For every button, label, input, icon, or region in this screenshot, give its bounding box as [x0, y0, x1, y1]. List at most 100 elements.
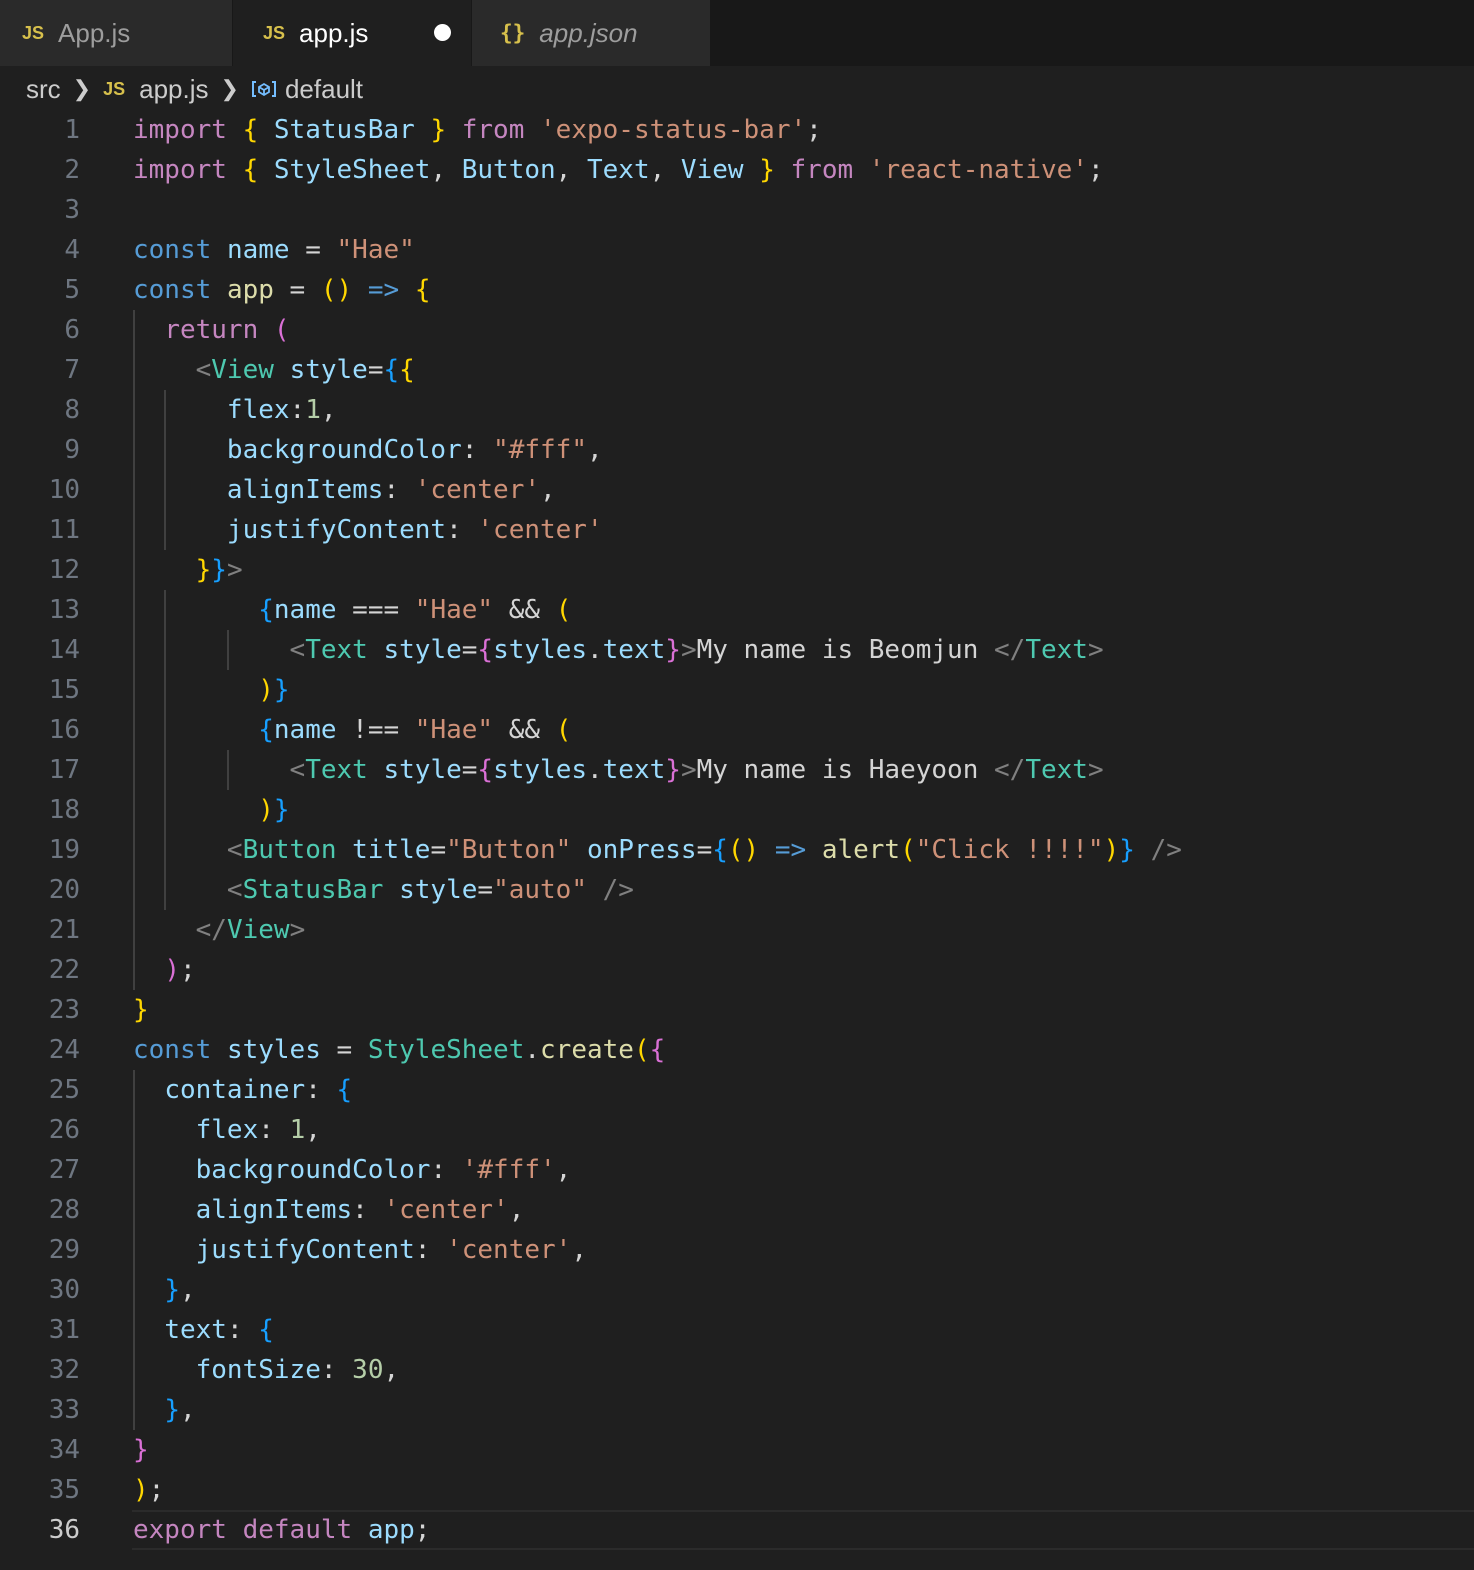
code-line[interactable]: 10 alignItems: 'center',	[0, 470, 1474, 510]
code-line[interactable]: 7 <View style={{	[0, 350, 1474, 390]
code-line[interactable]: 14 <Text style={styles.text}>My name is …	[0, 630, 1474, 670]
code-line[interactable]: 9 backgroundColor: "#fff",	[0, 430, 1474, 470]
tab-label: App.js	[58, 17, 131, 48]
code-token: ,	[320, 395, 337, 425]
code-line[interactable]: 25 container: {	[0, 1070, 1474, 1110]
code-token: '#fff'	[461, 1155, 556, 1185]
code-text: export default app;	[133, 1510, 430, 1550]
line-number: 28	[48, 1195, 80, 1225]
code-token: </	[994, 755, 1026, 785]
code-token: ;	[806, 115, 822, 145]
code-line[interactable]: 36 export default app;	[0, 1510, 1474, 1550]
code-token: }	[665, 635, 681, 665]
code-line[interactable]: 16 {name !== "Hae" && (	[0, 710, 1474, 750]
breadcrumb-file[interactable]: app.js	[139, 74, 208, 105]
line-number: 1	[64, 115, 80, 145]
code-token: (	[633, 1035, 650, 1065]
code-token: :	[446, 515, 478, 545]
code-line[interactable]: 19 <Button title="Button" onPress={() =>…	[0, 830, 1474, 870]
code-token: "auto"	[493, 875, 587, 905]
code-text: flex: 1,	[133, 1110, 321, 1150]
code-token: from	[461, 115, 525, 145]
line-number: 15	[48, 675, 80, 705]
line-number: 6	[64, 315, 80, 345]
code-line[interactable]: 26 flex: 1,	[0, 1110, 1474, 1150]
code-line[interactable]: 29 justifyContent: 'center',	[0, 1230, 1474, 1270]
code-editor[interactable]: 1 import { StatusBar } from 'expo-status-…	[0, 110, 1474, 1550]
code-text: }}>	[133, 550, 243, 590]
code-token: ()	[727, 835, 760, 865]
code-line[interactable]: 2 import { StyleSheet, Button, Text, View…	[0, 150, 1474, 190]
code-token: =	[430, 835, 447, 865]
code-token: ;	[148, 1475, 165, 1505]
code-line[interactable]: 24 const styles = StyleSheet.create({	[0, 1030, 1474, 1070]
code-token: <	[195, 355, 212, 385]
code-line[interactable]: 34}	[0, 1430, 1474, 1470]
chevron-right-icon: ❯	[72, 76, 92, 101]
code-line[interactable]: 33 },	[0, 1390, 1474, 1430]
breadcrumb-folder[interactable]: src	[26, 74, 61, 105]
code-token: =	[320, 1035, 368, 1065]
code-token: style	[289, 355, 368, 385]
code-line[interactable]: 5 const app = () => {	[0, 270, 1474, 310]
tab-app-js[interactable]: JS app.js	[233, 0, 471, 66]
code-token: <	[289, 635, 306, 665]
code-line[interactable]: 1 import { StatusBar } from 'expo-status-…	[0, 110, 1474, 150]
code-line[interactable]: 20 <StatusBar style="auto" />	[0, 870, 1474, 910]
code-token: >	[680, 755, 697, 785]
code-token: title	[352, 835, 431, 865]
code-line[interactable]: 32 fontSize: 30,	[0, 1350, 1474, 1390]
code-line[interactable]: 21 </View>	[0, 910, 1474, 950]
code-line[interactable]: 31 text: {	[0, 1310, 1474, 1350]
code-text: justifyContent: 'center',	[133, 1230, 587, 1270]
code-line[interactable]: 8 flex:1,	[0, 390, 1474, 430]
code-token: >	[1087, 635, 1104, 665]
tab-app-json[interactable]: {} app.json	[472, 0, 710, 66]
tab-app-js-upper[interactable]: JS App.js	[0, 0, 232, 66]
code-line[interactable]: 11 justifyContent: 'center'	[0, 510, 1474, 550]
code-line[interactable]: 27 backgroundColor: '#fff',	[0, 1150, 1474, 1190]
code-token: >	[680, 635, 697, 665]
indent-guide	[133, 310, 135, 990]
code-line[interactable]: 15 )}	[0, 670, 1474, 710]
code-text: }	[133, 1430, 149, 1470]
code-line[interactable]: 3	[0, 190, 1474, 230]
code-line[interactable]: 4 const name = "Hae"	[0, 230, 1474, 270]
code-token: "Button"	[446, 835, 572, 865]
code-token: justifyContent	[195, 1235, 415, 1265]
code-line[interactable]: 13 {name === "Hae" && (	[0, 590, 1474, 630]
code-line[interactable]: 30 },	[0, 1270, 1474, 1310]
code-token: style	[383, 635, 462, 665]
code-token: ,	[555, 1155, 572, 1185]
code-line[interactable]: 23}	[0, 990, 1474, 1030]
line-number: 33	[48, 1395, 80, 1425]
code-line[interactable]: 35);	[0, 1470, 1474, 1510]
code-line[interactable]: 6 return (	[0, 310, 1474, 350]
code-line[interactable]: 18 )}	[0, 790, 1474, 830]
indent-guide	[164, 390, 167, 550]
indent-guide	[164, 590, 167, 910]
line-number: 32	[48, 1355, 80, 1385]
unsaved-changes-dot-icon[interactable]	[434, 24, 451, 41]
code-token: {	[336, 1075, 353, 1105]
code-token: :	[226, 1315, 259, 1345]
code-token: </	[195, 915, 227, 945]
code-line[interactable]: 17 <Text style={styles.text}>My name is …	[0, 750, 1474, 790]
code-token: {	[399, 355, 415, 385]
code-line[interactable]: 28 alignItems: 'center',	[0, 1190, 1474, 1230]
code-token: flex	[226, 395, 290, 425]
breadcrumb-symbol[interactable]: default	[285, 74, 363, 105]
code-line[interactable]: 12 }}>	[0, 550, 1474, 590]
code-line[interactable]: 22 );	[0, 950, 1474, 990]
